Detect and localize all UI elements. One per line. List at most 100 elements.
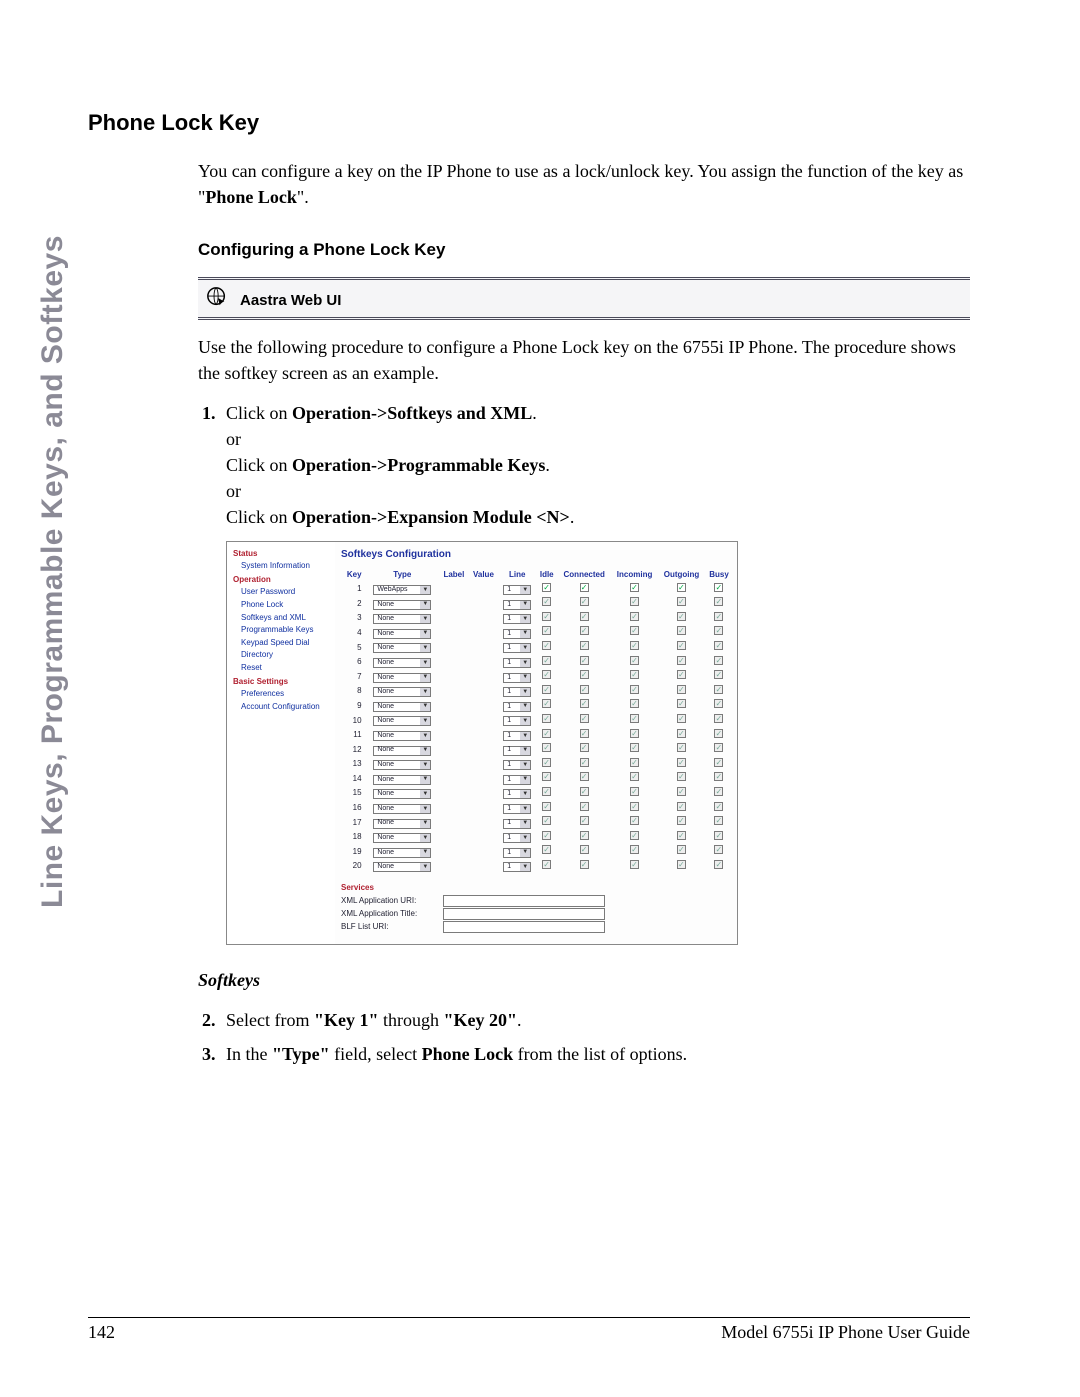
- state-checkbox[interactable]: [542, 583, 551, 592]
- line-select[interactable]: 1▼: [503, 643, 531, 653]
- state-checkbox[interactable]: [677, 729, 686, 738]
- type-select[interactable]: None▼: [373, 804, 431, 814]
- state-checkbox[interactable]: [580, 743, 589, 752]
- type-select[interactable]: WebApps▼: [373, 585, 431, 595]
- state-checkbox[interactable]: [714, 860, 723, 869]
- state-checkbox[interactable]: [542, 729, 551, 738]
- state-checkbox[interactable]: [714, 802, 723, 811]
- state-checkbox[interactable]: [542, 699, 551, 708]
- shot-sidebar-item[interactable]: User Password: [241, 586, 331, 598]
- state-checkbox[interactable]: [630, 743, 639, 752]
- type-select[interactable]: None▼: [373, 731, 431, 741]
- state-checkbox[interactable]: [677, 656, 686, 665]
- state-checkbox[interactable]: [714, 597, 723, 606]
- line-select[interactable]: 1▼: [503, 819, 531, 829]
- state-checkbox[interactable]: [714, 758, 723, 767]
- line-select[interactable]: 1▼: [503, 731, 531, 741]
- state-checkbox[interactable]: [580, 626, 589, 635]
- type-select[interactable]: None▼: [373, 658, 431, 668]
- state-checkbox[interactable]: [677, 597, 686, 606]
- state-checkbox[interactable]: [677, 845, 686, 854]
- state-checkbox[interactable]: [714, 583, 723, 592]
- type-select[interactable]: None▼: [373, 643, 431, 653]
- type-select[interactable]: None▼: [373, 848, 431, 858]
- type-select[interactable]: None▼: [373, 673, 431, 683]
- state-checkbox[interactable]: [630, 583, 639, 592]
- state-checkbox[interactable]: [630, 787, 639, 796]
- state-checkbox[interactable]: [630, 758, 639, 767]
- state-checkbox[interactable]: [580, 656, 589, 665]
- line-select[interactable]: 1▼: [503, 746, 531, 756]
- service-input[interactable]: [443, 921, 605, 933]
- state-checkbox[interactable]: [542, 816, 551, 825]
- shot-sidebar-item[interactable]: System Information: [241, 560, 331, 572]
- shot-sidebar-item[interactable]: Account Configuration: [241, 701, 331, 713]
- state-checkbox[interactable]: [630, 729, 639, 738]
- line-select[interactable]: 1▼: [503, 673, 531, 683]
- state-checkbox[interactable]: [542, 641, 551, 650]
- state-checkbox[interactable]: [542, 670, 551, 679]
- type-select[interactable]: None▼: [373, 614, 431, 624]
- state-checkbox[interactable]: [542, 845, 551, 854]
- line-select[interactable]: 1▼: [503, 789, 531, 799]
- state-checkbox[interactable]: [580, 816, 589, 825]
- line-select[interactable]: 1▼: [503, 585, 531, 595]
- state-checkbox[interactable]: [677, 641, 686, 650]
- shot-sidebar-item[interactable]: Preferences: [241, 688, 331, 700]
- state-checkbox[interactable]: [580, 802, 589, 811]
- line-select[interactable]: 1▼: [503, 804, 531, 814]
- state-checkbox[interactable]: [630, 860, 639, 869]
- state-checkbox[interactable]: [714, 612, 723, 621]
- state-checkbox[interactable]: [580, 860, 589, 869]
- type-select[interactable]: None▼: [373, 702, 431, 712]
- state-checkbox[interactable]: [630, 831, 639, 840]
- type-select[interactable]: None▼: [373, 746, 431, 756]
- state-checkbox[interactable]: [580, 597, 589, 606]
- state-checkbox[interactable]: [677, 685, 686, 694]
- state-checkbox[interactable]: [714, 772, 723, 781]
- state-checkbox[interactable]: [580, 699, 589, 708]
- shot-sidebar-item[interactable]: Keypad Speed Dial: [241, 637, 331, 649]
- state-checkbox[interactable]: [677, 831, 686, 840]
- state-checkbox[interactable]: [630, 685, 639, 694]
- state-checkbox[interactable]: [542, 802, 551, 811]
- state-checkbox[interactable]: [580, 583, 589, 592]
- state-checkbox[interactable]: [542, 685, 551, 694]
- type-select[interactable]: None▼: [373, 862, 431, 872]
- state-checkbox[interactable]: [630, 772, 639, 781]
- state-checkbox[interactable]: [542, 626, 551, 635]
- type-select[interactable]: None▼: [373, 833, 431, 843]
- type-select[interactable]: None▼: [373, 819, 431, 829]
- state-checkbox[interactable]: [714, 787, 723, 796]
- state-checkbox[interactable]: [677, 699, 686, 708]
- service-input[interactable]: [443, 908, 605, 920]
- state-checkbox[interactable]: [714, 845, 723, 854]
- state-checkbox[interactable]: [677, 714, 686, 723]
- line-select[interactable]: 1▼: [503, 775, 531, 785]
- state-checkbox[interactable]: [542, 758, 551, 767]
- state-checkbox[interactable]: [580, 772, 589, 781]
- line-select[interactable]: 1▼: [503, 629, 531, 639]
- state-checkbox[interactable]: [677, 816, 686, 825]
- state-checkbox[interactable]: [714, 626, 723, 635]
- state-checkbox[interactable]: [542, 860, 551, 869]
- state-checkbox[interactable]: [677, 758, 686, 767]
- state-checkbox[interactable]: [630, 670, 639, 679]
- state-checkbox[interactable]: [630, 845, 639, 854]
- state-checkbox[interactable]: [580, 758, 589, 767]
- state-checkbox[interactable]: [580, 714, 589, 723]
- type-select[interactable]: None▼: [373, 600, 431, 610]
- state-checkbox[interactable]: [630, 597, 639, 606]
- state-checkbox[interactable]: [542, 612, 551, 621]
- state-checkbox[interactable]: [542, 772, 551, 781]
- state-checkbox[interactable]: [677, 772, 686, 781]
- state-checkbox[interactable]: [677, 787, 686, 796]
- state-checkbox[interactable]: [580, 685, 589, 694]
- state-checkbox[interactable]: [580, 729, 589, 738]
- state-checkbox[interactable]: [542, 656, 551, 665]
- shot-sidebar-item[interactable]: Directory: [241, 649, 331, 661]
- line-select[interactable]: 1▼: [503, 614, 531, 624]
- state-checkbox[interactable]: [580, 612, 589, 621]
- state-checkbox[interactable]: [714, 641, 723, 650]
- state-checkbox[interactable]: [630, 816, 639, 825]
